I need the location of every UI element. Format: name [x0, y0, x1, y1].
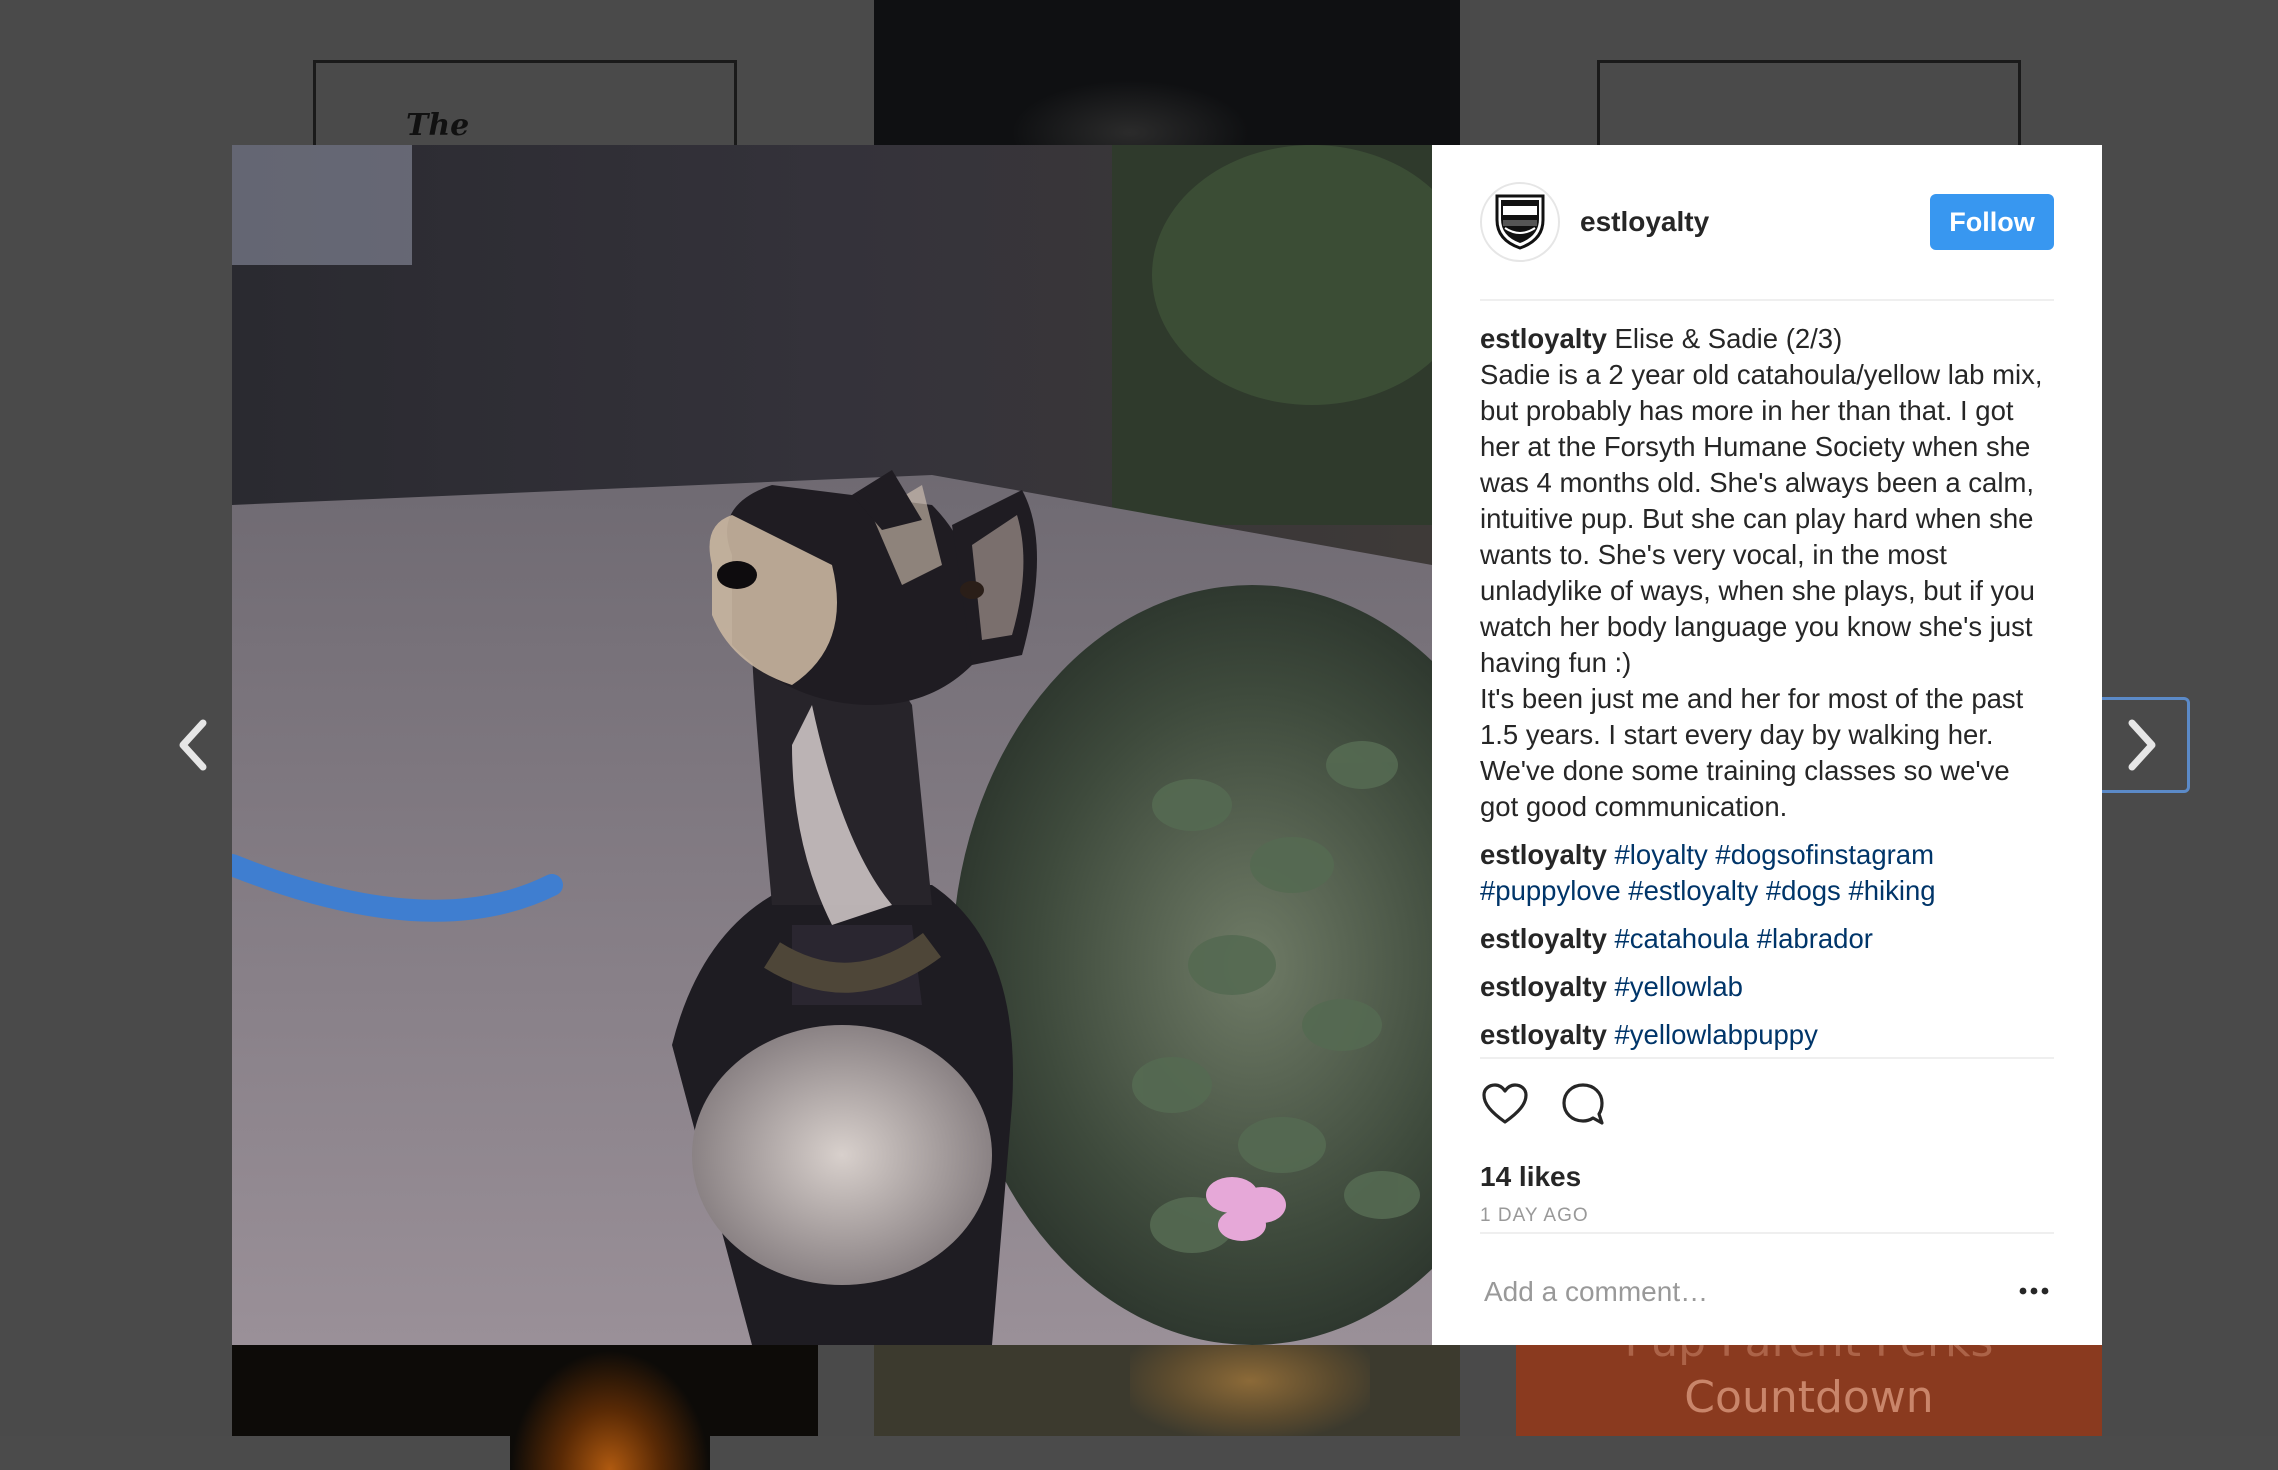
chevron-right-icon — [2128, 719, 2155, 771]
chevron-left-icon — [179, 719, 207, 771]
background-logo-text: The — [406, 108, 470, 143]
action-bar — [1480, 1079, 1608, 1129]
add-comment-input[interactable] — [1480, 1267, 1994, 1317]
heart-icon — [1482, 1083, 1528, 1124]
post-author-username[interactable]: estloyalty — [1580, 206, 1709, 238]
comment-username[interactable]: estloyalty — [1480, 971, 1607, 1002]
like-button[interactable] — [1480, 1079, 1530, 1129]
comment-button[interactable] — [1558, 1079, 1608, 1129]
comment-item: estloyalty #yellowlabpuppy — [1480, 1017, 2054, 1053]
post-photo[interactable] — [232, 145, 1432, 1345]
comment-item: estloyalty #loyalty #dogsofinstagram #pu… — [1480, 837, 2054, 909]
background-golden-dog-image — [1130, 1344, 1370, 1436]
comment-hashtags[interactable]: #yellowlab — [1615, 971, 1743, 1002]
caption-title: Elise & Sadie (2/3) — [1614, 323, 1843, 354]
shield-logo-icon — [1495, 194, 1545, 250]
comment-item: estloyalty #catahoula #labrador — [1480, 921, 2054, 957]
comment-hashtags[interactable]: #yellowlabpuppy — [1615, 1019, 1818, 1050]
comment-username[interactable]: estloyalty — [1480, 923, 1607, 954]
previous-post-button[interactable] — [148, 700, 238, 790]
comment-bubble-icon — [1562, 1083, 1604, 1125]
comment-divider — [1480, 1232, 2054, 1234]
comment-username[interactable]: estloyalty — [1480, 839, 1607, 870]
comment-item: estloyalty #yellowlab — [1480, 969, 2054, 1005]
post-header: estloyalty Follow — [1480, 145, 2054, 301]
post-modal: estloyalty Follow estloyalty Elise & Sad… — [232, 145, 2102, 1345]
background-countdown-text: Countdown — [1684, 1372, 1934, 1423]
next-post-button[interactable] — [2096, 697, 2190, 793]
caption-body: Sadie is a 2 year old catahoula/yellow l… — [1480, 359, 2043, 822]
comment-username[interactable]: estloyalty — [1480, 1019, 1607, 1050]
background-firework-image — [510, 1350, 710, 1470]
caption-username[interactable]: estloyalty — [1480, 323, 1607, 354]
follow-button[interactable]: Follow — [1930, 194, 2054, 250]
dog-photo-illustration — [232, 145, 1432, 1345]
avatar[interactable] — [1480, 182, 1560, 262]
comment-hashtags[interactable]: #catahoula #labrador — [1615, 923, 1873, 954]
actions-divider — [1480, 1057, 2054, 1059]
comments-list[interactable]: estloyalty Elise & Sadie (2/3) Sadie is … — [1480, 321, 2054, 1203]
caption: estloyalty Elise & Sadie (2/3) Sadie is … — [1480, 321, 2054, 825]
post-sidebar: estloyalty Follow estloyalty Elise & Sad… — [1432, 145, 2102, 1345]
more-dots-icon — [2019, 1287, 2049, 1295]
background-dog-image — [1010, 80, 1250, 146]
more-options-button[interactable] — [2014, 1271, 2054, 1311]
likes-count[interactable]: 14 likes — [1480, 1161, 1581, 1193]
post-timestamp[interactable]: 1 DAY AGO — [1480, 1205, 1589, 1227]
